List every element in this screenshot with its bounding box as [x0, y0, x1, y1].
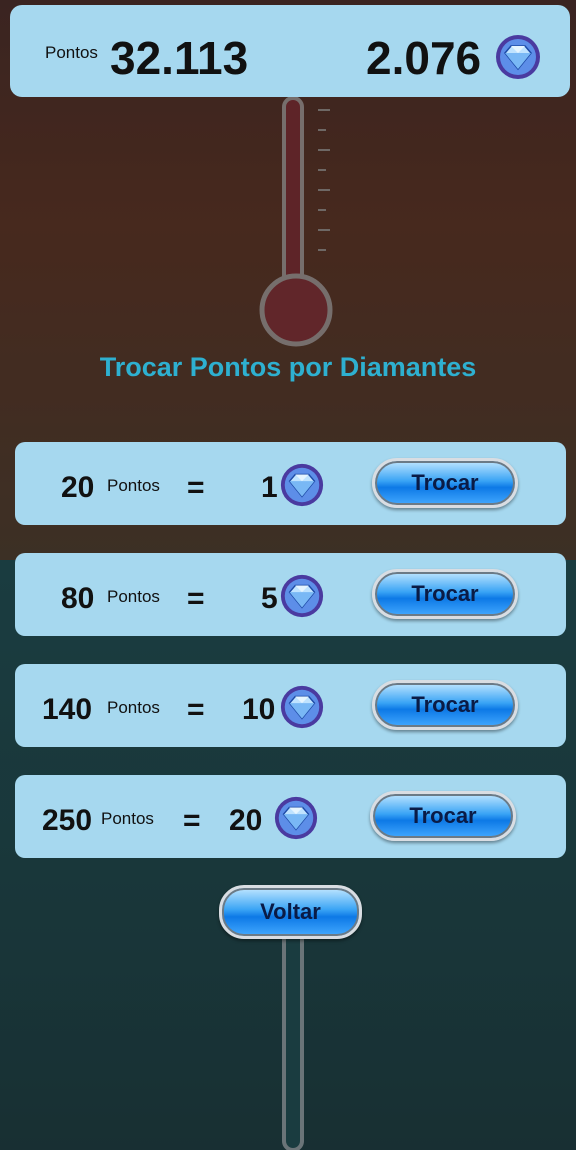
- exchange-row: 140 Pontos = 10 Trocar: [15, 664, 566, 747]
- points-amount: 20: [61, 471, 95, 504]
- diamond-icon: [280, 574, 324, 618]
- equals-sign: =: [183, 804, 201, 837]
- diamonds-amount: 1: [261, 471, 278, 504]
- points-unit-label: Pontos: [107, 698, 160, 717]
- score-bar: Pontos 32.113 2.076: [10, 5, 570, 97]
- diamond-icon: [280, 685, 324, 729]
- back-button[interactable]: Voltar: [219, 885, 362, 939]
- points-label: Pontos: [45, 43, 98, 62]
- exchange-row: 250 Pontos = 20 Trocar: [15, 775, 566, 858]
- diamond-icon: [496, 35, 540, 79]
- diamonds-amount: 20: [229, 804, 263, 837]
- page-title: Trocar Pontos por Diamantes: [99, 352, 477, 382]
- diamond-icon: [280, 463, 324, 507]
- points-amount: 80: [61, 582, 95, 615]
- diamonds-amount: 5: [261, 582, 278, 615]
- diamond-icon: [274, 796, 318, 840]
- trocar-button[interactable]: Trocar: [372, 569, 518, 619]
- trocar-button[interactable]: Trocar: [372, 680, 518, 730]
- trocar-button[interactable]: Trocar: [372, 458, 518, 508]
- points-value: 32.113: [110, 32, 249, 84]
- points-unit-label: Pontos: [107, 587, 160, 606]
- trocar-button[interactable]: Trocar: [370, 791, 516, 841]
- equals-sign: =: [187, 693, 205, 726]
- equals-sign: =: [187, 471, 205, 504]
- equals-sign: =: [187, 582, 205, 615]
- points-amount: 140: [42, 693, 93, 726]
- diamonds-amount: 10: [242, 693, 276, 726]
- points-unit-label: Pontos: [107, 476, 160, 495]
- points-unit-label: Pontos: [101, 809, 154, 828]
- exchange-row: 80 Pontos = 5 Trocar: [15, 553, 566, 636]
- exchange-row: 20 Pontos = 1 Trocar: [15, 442, 566, 525]
- points-amount: 250: [42, 804, 93, 837]
- diamonds-value: 2.076: [366, 32, 482, 84]
